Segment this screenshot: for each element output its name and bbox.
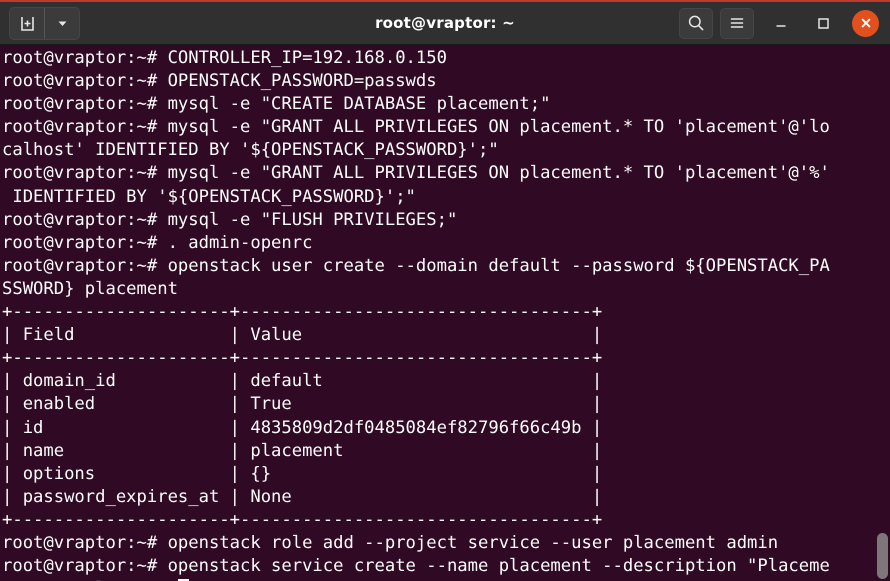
- tab-dropdown-button[interactable]: ▼: [44, 7, 79, 39]
- terminal-line: root@vraptor:~# mysql -e "CREATE DATABAS…: [2, 94, 551, 115]
- maximize-icon: [818, 18, 829, 29]
- terminal-line: +---------------------+-----------------…: [2, 509, 603, 530]
- terminal-line: | options | {} |: [2, 463, 603, 484]
- chevron-down-icon: [58, 21, 66, 26]
- terminal-line: root@vraptor:~# mysql -e "GRANT ALL PRIV…: [2, 117, 830, 138]
- terminal-line: root@vraptor:~# openstack service create…: [2, 556, 830, 577]
- terminal-line: root@vraptor:~# mysql -e "GRANT ALL PRIV…: [2, 163, 830, 184]
- close-icon: [861, 18, 870, 28]
- terminal-line: IDENTIFIED BY '${OPENSTACK_PASSWORD}';": [2, 186, 416, 207]
- terminal-line: calhost' IDENTIFIED BY '${OPENSTACK_PASS…: [2, 140, 499, 161]
- titlebar-right-controls: ⌕ ☰ – ☐: [672, 7, 881, 39]
- window-titlebar: + ▼ root@vraptor: ~ ⌕: [0, 2, 890, 45]
- terminal-line: SSWORD} placement: [2, 278, 178, 299]
- search-icon: [688, 15, 704, 31]
- new-tab-button[interactable]: +: [10, 8, 44, 39]
- terminal-line: root@vraptor:~# mysql -e "FLUSH PRIVILEG…: [2, 209, 458, 230]
- new-tab-icon: [20, 16, 34, 31]
- terminal-body[interactable]: root@vraptor:~# CONTROLLER_IP=192.168.0.…: [0, 45, 890, 581]
- minimize-button[interactable]: –: [766, 8, 796, 38]
- terminal-line: +---------------------+-----------------…: [2, 302, 603, 323]
- new-tab-button-group: + ▼: [9, 6, 80, 40]
- terminal-line: | Field | Value |: [2, 325, 603, 346]
- terminal-line: | id | 4835809d2df0485084ef82796f66c49b …: [2, 417, 603, 438]
- terminal-line: root@vraptor:~# CONTROLLER_IP=192.168.0.…: [2, 48, 447, 68]
- close-button[interactable]: ✕: [852, 9, 879, 37]
- terminal-line: | enabled | True |: [2, 394, 603, 415]
- terminal-scrollbar-thumb[interactable]: [877, 533, 888, 579]
- hamburger-menu-icon: [730, 18, 744, 28]
- terminal-line: root@vraptor:~# OPENSTACK_PASSWORD=passw…: [2, 71, 437, 92]
- terminal-line: root@vraptor:~# . admin-openrc: [2, 232, 313, 253]
- terminal-line: | name | placement |: [2, 440, 603, 461]
- minimize-icon: [776, 25, 786, 27]
- search-button[interactable]: ⌕: [679, 7, 713, 39]
- menu-button[interactable]: ☰: [720, 7, 754, 39]
- terminal-line: root@vraptor:~# openstack user create --…: [2, 255, 830, 276]
- titlebar-left-controls: + ▼: [9, 6, 80, 40]
- terminal-line: +---------------------+-----------------…: [2, 348, 603, 369]
- terminal-line: root@vraptor:~# openstack role add --pro…: [2, 532, 779, 553]
- terminal-line: | password_expires_at | None |: [2, 486, 603, 507]
- terminal-window: + ▼ root@vraptor: ~ ⌕: [0, 0, 890, 581]
- terminal-screen: root@vraptor:~# CONTROLLER_IP=192.168.0.…: [2, 47, 890, 581]
- maximize-button[interactable]: ☐: [808, 8, 838, 38]
- terminal-line: | domain_id | default |: [2, 371, 603, 392]
